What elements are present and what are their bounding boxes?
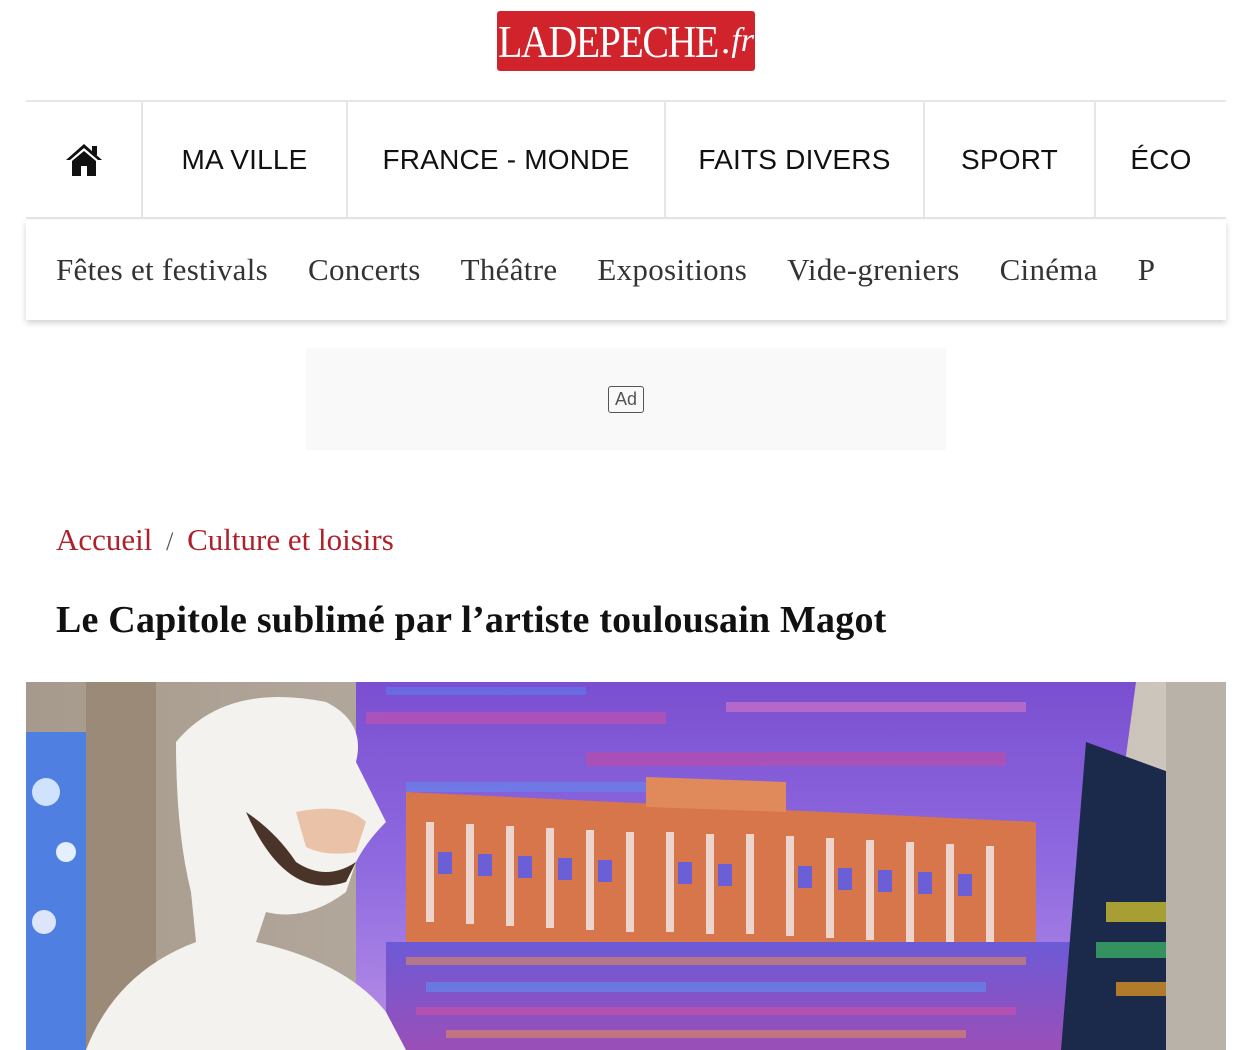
header: LADEPECHE . fr <box>0 11 1252 71</box>
nav-home[interactable] <box>26 102 143 217</box>
logo-dot: . <box>720 20 731 62</box>
ad-banner[interactable]: Ad <box>306 348 946 450</box>
home-icon <box>65 143 102 176</box>
sub-nav-theatre[interactable]: Théâtre <box>461 252 558 288</box>
article-hero-image[interactable] <box>26 682 1226 1050</box>
site-logo[interactable]: LADEPECHE . fr <box>497 11 755 71</box>
nav-france-monde[interactable]: FRANCE - MONDE <box>348 102 666 217</box>
nav-eco[interactable]: ÉCO <box>1096 102 1226 217</box>
nav-ma-ville[interactable]: MA VILLE <box>143 102 348 217</box>
sub-nav-expositions[interactable]: Expositions <box>597 252 747 288</box>
sub-nav-cinema[interactable]: Cinéma <box>1000 252 1098 288</box>
breadcrumb-section[interactable]: Culture et loisirs <box>187 522 394 557</box>
sub-nav-fetes-festivals[interactable]: Fêtes et festivals <box>56 252 268 288</box>
nav-sport[interactable]: SPORT <box>925 102 1096 217</box>
sub-nav-truncated-item[interactable]: P <box>1138 252 1156 288</box>
hero-image-artwork <box>26 682 1226 1050</box>
main-nav: MA VILLE FRANCE - MONDE FAITS DIVERS SPO… <box>26 100 1226 219</box>
sub-nav-vide-greniers[interactable]: Vide-greniers <box>787 252 959 288</box>
breadcrumb-home[interactable]: Accueil <box>56 522 152 557</box>
sub-nav-concerts[interactable]: Concerts <box>308 252 421 288</box>
logo-tld: fr <box>731 22 755 59</box>
nav-faits-divers[interactable]: FAITS DIVERS <box>666 102 925 217</box>
article-title: Le Capitole sublimé par l’artiste toulou… <box>56 599 887 641</box>
sub-nav: Fêtes et festivals Concerts Théâtre Expo… <box>26 220 1226 320</box>
ad-label: Ad <box>607 385 645 413</box>
breadcrumb: Accueil / Culture et loisirs <box>56 522 394 558</box>
logo-brand: LADEPECHE <box>498 15 719 67</box>
breadcrumb-separator: / <box>166 527 174 556</box>
